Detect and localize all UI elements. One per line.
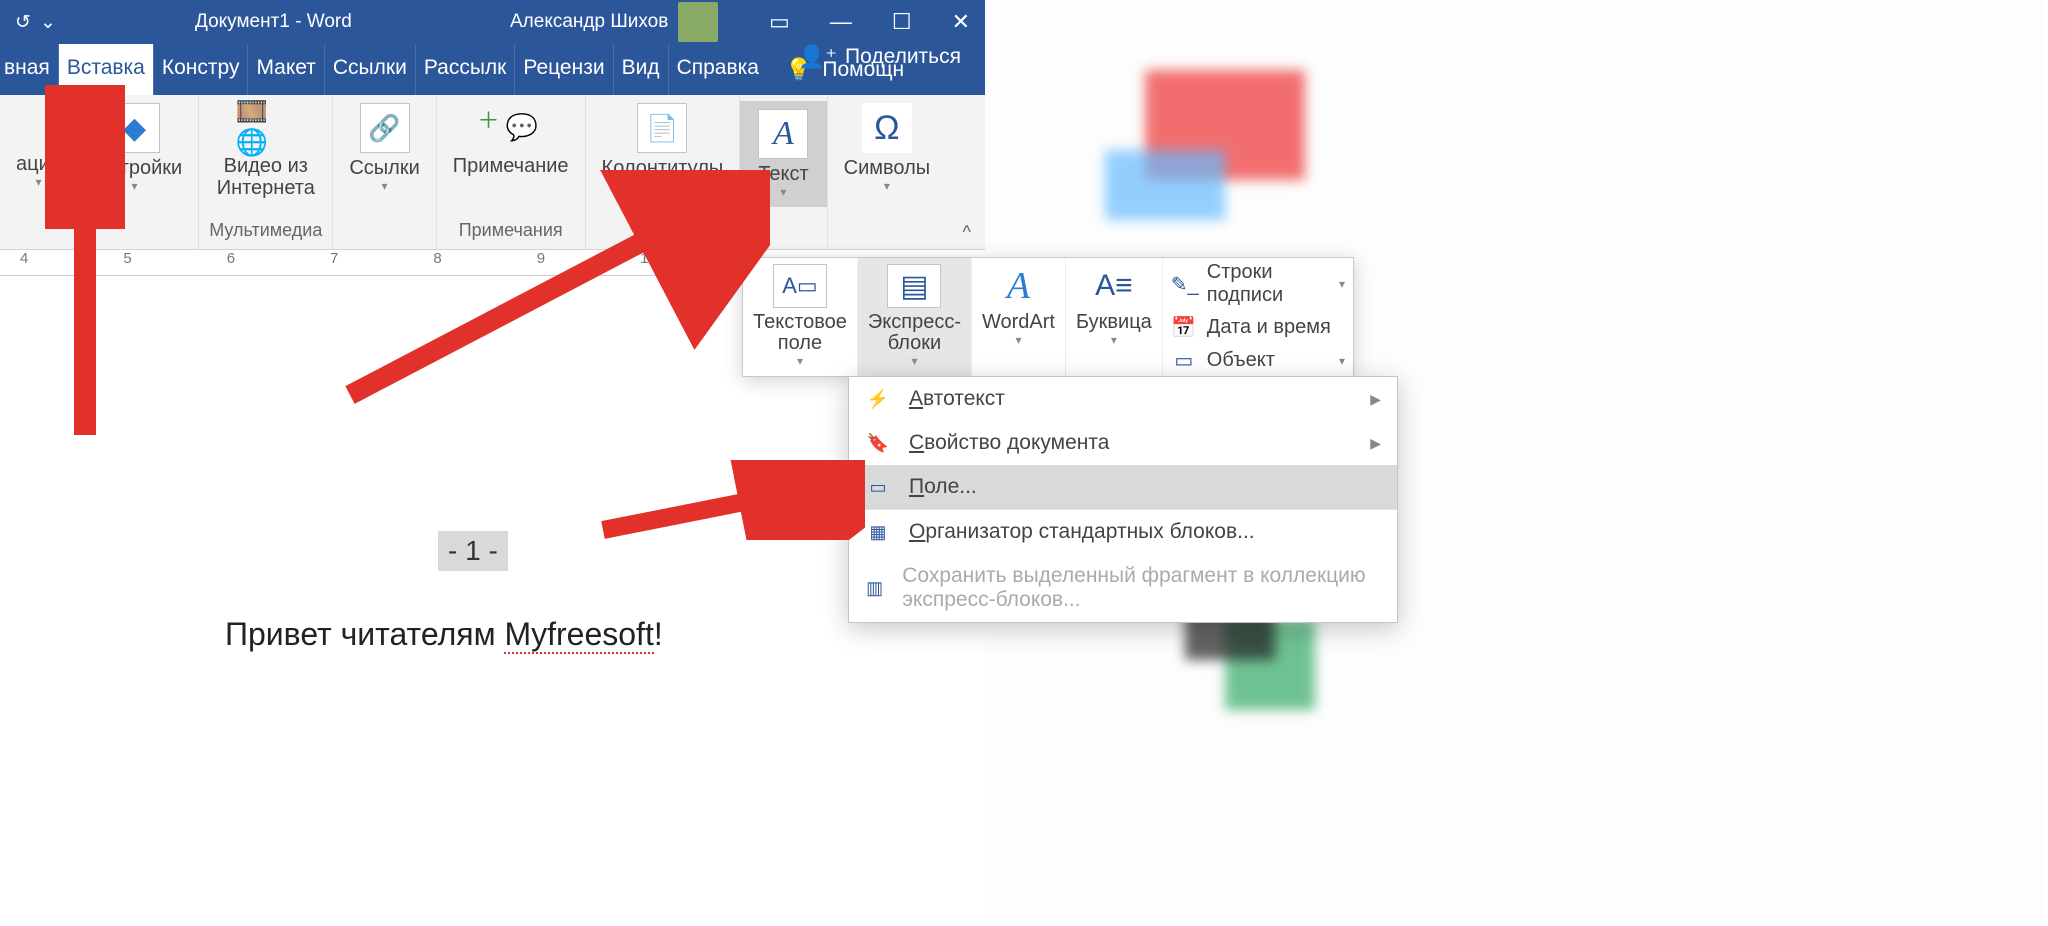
ribbon: ации▾ ◆ адстройки▾ 🎞️🌐 Видео из Интернет… [0, 95, 985, 250]
tab-layout[interactable]: Макет [247, 44, 323, 95]
minimize-icon[interactable]: — [830, 9, 852, 35]
share-button[interactable]: 👤⁺ Поделиться [784, 44, 975, 70]
menu-autotext[interactable]: ⚡ Автотекст ▶ [849, 377, 1397, 421]
tab-review[interactable]: Рецензи [514, 44, 612, 95]
quick-parts-menu: ⚡ Автотекст ▶ 🔖 Свойство документа ▶ ▭ П… [848, 376, 1398, 623]
addins-icon: ◆ [110, 103, 160, 153]
chevron-right-icon: ▶ [1370, 435, 1381, 452]
comment-button[interactable]: ＋💬 Примечание [447, 101, 575, 179]
link-icon: 🔗 [360, 103, 410, 153]
date-time-button[interactable]: 📅Дата и время [1171, 315, 1345, 340]
object-icon: ▭ [1171, 348, 1197, 373]
links-button[interactable]: 🔗 Ссылки▾ [343, 101, 425, 195]
text-button[interactable]: A Текст▾ [740, 101, 826, 207]
share-label: Поделиться [845, 45, 961, 69]
quick-parts-icon: ▤ [887, 264, 941, 308]
menu-building-blocks[interactable]: ▦ Организатор стандартных блоков... [849, 509, 1397, 554]
maximize-icon[interactable]: ☐ [892, 9, 912, 35]
user-name: Александр Шихов [510, 11, 668, 33]
qat-more-icon[interactable]: ⌄ [40, 11, 70, 34]
signature-line-button[interactable]: ✎_Строки подписи▾ [1171, 261, 1345, 307]
ribbon-tabs: вная Вставка Констру Макет Ссылки Рассыл… [0, 44, 985, 95]
comment-icon: ＋💬 [481, 103, 541, 151]
field-icon: ▭ [865, 477, 891, 498]
document-title: Документ1 - Word [195, 11, 352, 33]
quick-parts-button[interactable]: ▤ Экспресс- блоки▾ [858, 258, 972, 376]
doc-property-icon: 🔖 [865, 433, 891, 454]
organizer-icon: ▦ [865, 522, 891, 543]
header-footer-button[interactable]: 📄 Колонтитулы▾ [596, 101, 730, 195]
titlebar: ↺ ⌄ Документ1 - Word Александр Шихов ▭ —… [0, 0, 985, 44]
page-number-field[interactable]: - 1 - [438, 531, 508, 571]
wordart-icon: A [991, 264, 1045, 308]
tab-mailings[interactable]: Рассылк [415, 44, 515, 95]
textbox-icon: A▭ [773, 264, 827, 308]
ribbon-display-icon[interactable]: ▭ [769, 9, 790, 35]
text-icon: A [758, 109, 808, 159]
omega-icon: Ω [862, 103, 912, 153]
textbox-button[interactable]: A▭ Текстовое поле▾ [743, 258, 858, 376]
body-text[interactable]: Привет читателям Myfreesoft! [225, 616, 663, 653]
share-icon: 👤⁺ [798, 44, 837, 70]
avatar [678, 2, 718, 42]
undo-icon[interactable]: ↺ [6, 5, 40, 39]
illustrations-split-button[interactable]: ации▾ [10, 101, 67, 191]
tab-design[interactable]: Констру [153, 44, 248, 95]
tab-insert[interactable]: Вставка [58, 44, 153, 95]
user-account[interactable]: Александр Шихов [510, 2, 718, 42]
menu-save-selection: ▥ Сохранить выделенный фрагмент в коллек… [849, 554, 1397, 622]
menu-doc-property[interactable]: 🔖 Свойство документа ▶ [849, 421, 1397, 465]
tab-help[interactable]: Справка [668, 44, 767, 95]
menu-field[interactable]: ▭ Поле... [849, 465, 1397, 509]
signature-icon: ✎_ [1171, 272, 1197, 297]
dropcap-icon: A≡ [1087, 264, 1141, 308]
header-footer-icon: 📄 [637, 103, 687, 153]
tab-references[interactable]: Ссылки [324, 44, 415, 95]
date-icon: 📅 [1171, 315, 1197, 340]
object-button[interactable]: ▭Объект▾ [1171, 348, 1345, 373]
tab-view[interactable]: Вид [613, 44, 668, 95]
text-gallery-popout: A▭ Текстовое поле▾ ▤ Экспресс- блоки▾ A … [742, 257, 1354, 377]
group-comments-label: Примечания [459, 220, 563, 245]
save-selection-icon: ▥ [865, 578, 884, 599]
symbols-button[interactable]: Ω Символы▾ [838, 101, 937, 195]
dropcap-button[interactable]: A≡ Буквица▾ [1066, 258, 1163, 376]
addins-button[interactable]: ◆ адстройки▾ [81, 101, 188, 195]
chevron-right-icon: ▶ [1370, 391, 1381, 408]
autotext-icon: ⚡ [865, 389, 891, 410]
video-icon: 🎞️🌐 [236, 103, 296, 151]
group-multimedia-label: Мультимедиа [209, 220, 322, 245]
close-icon[interactable]: ✕ [952, 9, 970, 35]
online-video-button[interactable]: 🎞️🌐 Видео из Интернета [211, 101, 321, 201]
collapse-ribbon-icon[interactable]: ^ [963, 222, 971, 243]
tab-home[interactable]: вная [0, 44, 58, 95]
wordart-button[interactable]: A WordArt▾ [972, 258, 1066, 376]
